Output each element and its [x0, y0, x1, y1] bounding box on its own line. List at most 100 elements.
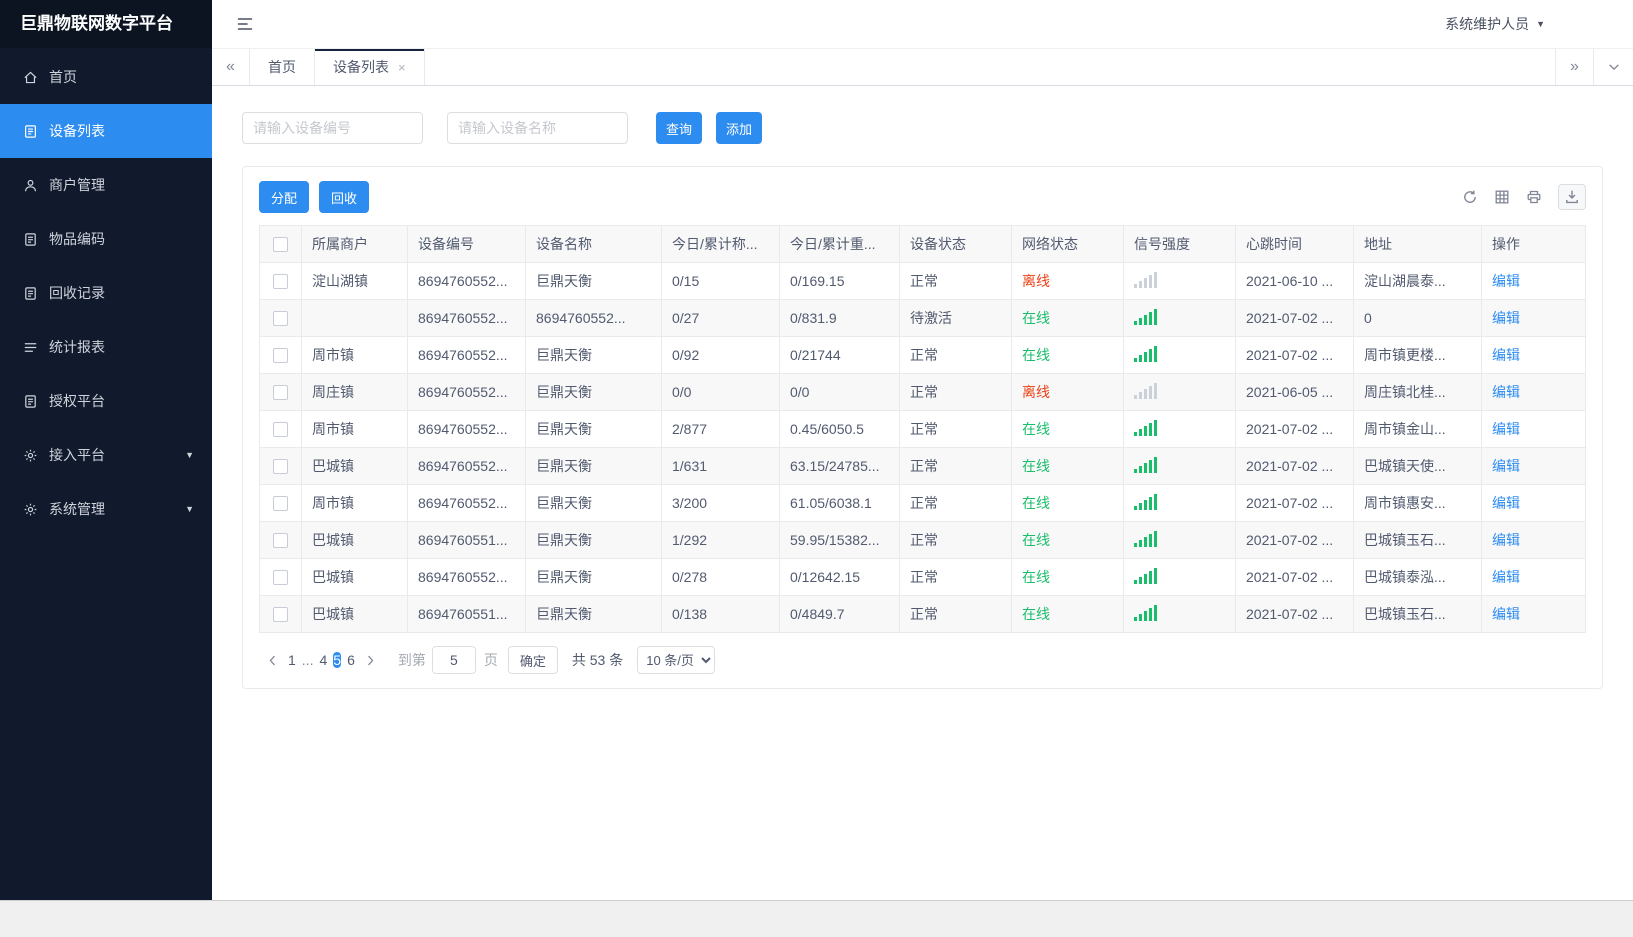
- printer-icon[interactable]: [1526, 189, 1542, 205]
- signal-strength-icon: [1134, 493, 1157, 510]
- row-checkbox[interactable]: [273, 385, 288, 401]
- cell-merchant: 巴城镇: [301, 521, 408, 559]
- sidebar-item-merchant-management[interactable]: 商户管理: [0, 158, 212, 212]
- sidebar-item-authorization-platform[interactable]: 授权平台: [0, 374, 212, 428]
- query-button[interactable]: 查询: [656, 112, 703, 144]
- chevron-down-icon: ▼: [1536, 19, 1545, 29]
- page-button-1[interactable]: 1: [288, 652, 296, 668]
- cell-address: 周市镇惠安...: [1353, 484, 1482, 522]
- table-row: 周市镇 8694760552... 巨鼎天衡 0/92 0/21744 正常 在…: [259, 336, 1586, 374]
- row-checkbox[interactable]: [273, 607, 288, 623]
- cell-heartbeat-time: 2021-07-02 ...: [1235, 484, 1354, 522]
- table-row: 巴城镇 8694760552... 巨鼎天衡 0/278 0/12642.15 …: [259, 558, 1586, 596]
- cell-signal-strength: [1123, 410, 1236, 448]
- cell-address: 0: [1353, 299, 1482, 337]
- cell-merchant: [301, 299, 408, 337]
- cell-device-number: 8694760552...: [407, 373, 526, 411]
- cell-device-name: 巨鼎天衡: [525, 521, 662, 559]
- edit-link[interactable]: 编辑: [1492, 569, 1520, 585]
- goto-page-input[interactable]: [431, 646, 476, 674]
- device-number-input[interactable]: [242, 112, 423, 144]
- column-header: 操作: [1481, 225, 1586, 263]
- row-checkbox[interactable]: [273, 570, 288, 586]
- cell-today-total-weight: 0/831.9: [779, 299, 900, 337]
- tabs-options-button[interactable]: [1593, 49, 1633, 85]
- cell-today-total-count: 1/292: [661, 521, 780, 559]
- cell-merchant: 周市镇: [301, 484, 408, 522]
- row-checkbox[interactable]: [273, 422, 288, 438]
- edit-link[interactable]: 编辑: [1492, 273, 1520, 289]
- device-table-card: 分配 回收 所属商户 设备编号 设备名称 今日/累计称... 今日/累计重...…: [242, 166, 1603, 689]
- sidebar-item-label: 统计报表: [49, 339, 105, 355]
- cell-device-status: 正常: [899, 558, 1012, 596]
- edit-link[interactable]: 编辑: [1492, 458, 1520, 474]
- signal-strength-icon: [1134, 456, 1157, 473]
- export-icon[interactable]: [1558, 184, 1586, 210]
- tabs-scroll-right-button[interactable]: »: [1555, 49, 1593, 85]
- tabbar-spacer: [425, 49, 1555, 85]
- row-checkbox[interactable]: [273, 533, 288, 549]
- sidebar-collapse-button[interactable]: [236, 15, 254, 33]
- sidebar-item-system-management[interactable]: 系统管理 ▼: [0, 482, 212, 536]
- select-all-checkbox[interactable]: [273, 237, 288, 253]
- row-checkbox[interactable]: [273, 348, 288, 364]
- chevron-down-icon: ▼: [185, 504, 194, 514]
- cell-today-total-weight: 0/169.15: [779, 262, 900, 300]
- signal-strength-icon: [1134, 419, 1157, 436]
- page-number-group: 1... 4 5 6: [285, 646, 358, 674]
- edit-link[interactable]: 编辑: [1492, 495, 1520, 511]
- cell-device-name: 巨鼎天衡: [525, 447, 662, 485]
- cell-device-status: 正常: [899, 410, 1012, 448]
- page-button-4[interactable]: 4: [319, 652, 327, 668]
- sidebar-item-item-coding[interactable]: 物品编码: [0, 212, 212, 266]
- next-page-button[interactable]: [358, 646, 384, 674]
- sidebar-item-access-platform[interactable]: 接入平台 ▼: [0, 428, 212, 482]
- cell-address: 周市镇更楼...: [1353, 336, 1482, 374]
- cell-device-status: 正常: [899, 484, 1012, 522]
- tab-home[interactable]: 首页: [250, 49, 315, 85]
- column-header: 今日/累计重...: [779, 225, 900, 263]
- home-icon: [22, 70, 38, 85]
- page-size-select[interactable]: 10 条/页: [637, 646, 716, 674]
- sidebar-item-statistics-report[interactable]: 统计报表: [0, 320, 212, 374]
- prev-page-button[interactable]: [259, 646, 285, 674]
- sidebar-item-home[interactable]: 首页: [0, 50, 212, 104]
- row-checkbox[interactable]: [273, 311, 288, 327]
- page-button-6[interactable]: 6: [347, 652, 355, 668]
- edit-link[interactable]: 编辑: [1492, 310, 1520, 326]
- sidebar-item-device-list[interactable]: 设备列表: [0, 104, 212, 158]
- desktop-strip: [0, 900, 1633, 937]
- tabs-scroll-left-button[interactable]: «: [212, 49, 250, 85]
- refresh-icon[interactable]: [1462, 189, 1478, 205]
- tab-close-icon[interactable]: ×: [398, 61, 406, 74]
- edit-link[interactable]: 编辑: [1492, 532, 1520, 548]
- column-settings-icon[interactable]: [1494, 189, 1510, 205]
- row-checkbox[interactable]: [273, 274, 288, 290]
- table-body: 淀山湖镇 8694760552... 巨鼎天衡 0/15 0/169.15 正常…: [259, 262, 1586, 633]
- cell-device-name: 8694760552...: [525, 299, 662, 337]
- edit-link[interactable]: 编辑: [1492, 384, 1520, 400]
- sidebar-item-label: 接入平台: [49, 447, 105, 463]
- device-list-icon: [22, 124, 38, 139]
- user-menu[interactable]: 系统维护人员 ▼: [1445, 14, 1545, 34]
- device-name-input[interactable]: [447, 112, 628, 144]
- sidebar-item-recycle-records[interactable]: 回收记录: [0, 266, 212, 320]
- edit-link[interactable]: 编辑: [1492, 606, 1520, 622]
- table-row: 淀山湖镇 8694760552... 巨鼎天衡 0/15 0/169.15 正常…: [259, 262, 1586, 300]
- add-button[interactable]: 添加: [716, 112, 763, 144]
- goto-confirm-button[interactable]: 确定: [507, 646, 558, 674]
- table-row: 巴城镇 8694760552... 巨鼎天衡 1/631 63.15/24785…: [259, 447, 1586, 485]
- row-checkbox[interactable]: [273, 496, 288, 512]
- edit-link[interactable]: 编辑: [1492, 347, 1520, 363]
- recycle-button[interactable]: 回收: [319, 181, 370, 213]
- allocate-button[interactable]: 分配: [259, 181, 310, 213]
- cell-device-status: 正常: [899, 262, 1012, 300]
- column-header: 心跳时间: [1235, 225, 1354, 263]
- document-icon: [22, 232, 38, 247]
- row-checkbox[interactable]: [273, 459, 288, 475]
- page-button-5[interactable]: 5: [333, 652, 342, 668]
- cell-network-status: 在线: [1011, 484, 1124, 522]
- tab-device-list[interactable]: 设备列表 ×: [315, 49, 425, 85]
- cell-network-status: 在线: [1011, 299, 1124, 337]
- edit-link[interactable]: 编辑: [1492, 421, 1520, 437]
